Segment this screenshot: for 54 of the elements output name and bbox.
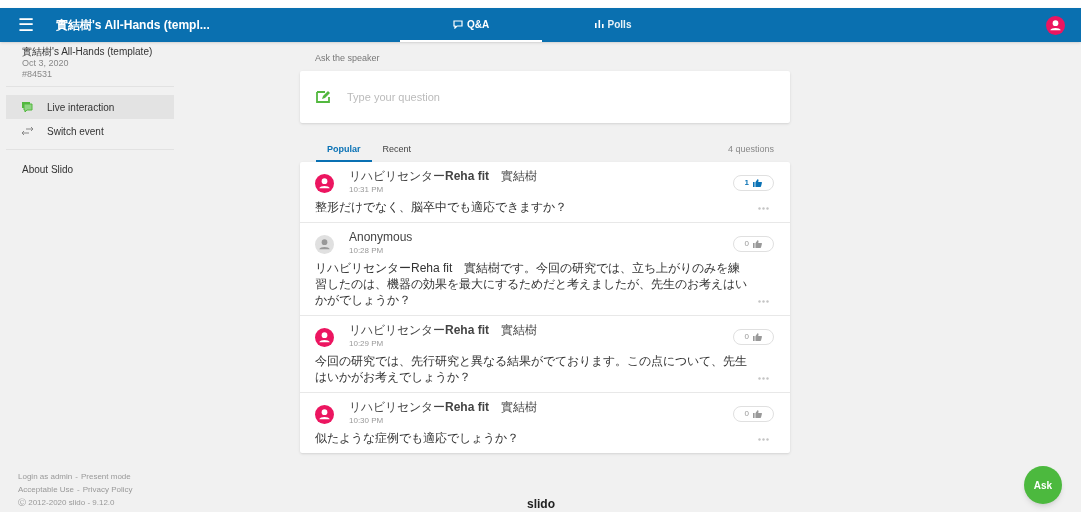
about-link[interactable]: About Slido [6,162,174,177]
avatar-icon [315,235,334,254]
footer-link[interactable]: Privacy Policy [82,485,133,495]
question-time: 10:29 PM [349,338,385,349]
author-name: リハビリセンターReha fit 實結樹 [349,323,537,338]
thumbs-up-icon [753,333,762,341]
chat-icon [452,19,463,29]
avatar-icon [315,405,334,424]
bar-chart-icon [594,20,604,28]
footer-link[interactable]: Acceptable Use [18,485,75,495]
more-options-icon[interactable] [758,207,769,210]
thumbs-up-icon [753,179,762,187]
footer-link[interactable]: Present mode [80,472,131,482]
avatar-icon [315,174,334,193]
event-title: 實結樹's All-Hands (templ... [56,17,210,34]
menu-icon[interactable]: ☰ [18,16,34,34]
compose-icon [316,90,331,104]
event-name: 實結樹's All-Hands (template) [22,46,154,58]
event-date: Oct 3, 2020 [22,58,70,69]
author-name: リハビリセンターReha fit 實結樹 [349,400,537,415]
list-tab[interactable]: Recent [371,139,423,162]
question-time: 10:31 PM [349,184,385,195]
question-field[interactable]: Type your question [300,71,790,123]
section-label: Ask the speaker [315,52,381,64]
brand-name: slido [527,496,555,512]
sidebar-item[interactable]: Live interaction [6,95,174,119]
nav-tab[interactable]: Polls [542,8,684,42]
question-time: 10:28 PM [349,245,385,256]
nav-tab[interactable]: Q&A [400,8,542,42]
copyright-text: Ⓒ 2012-2020 slido - 9.12.0 [18,498,116,508]
chat-icon [22,102,33,112]
ask-button[interactable]: Ask [1024,466,1062,504]
separator-text: - [77,485,80,495]
thumbs-up-icon [753,410,762,418]
question-count: 4 questions [727,142,774,156]
author-name: リハビリセンターReha fit 實結樹 [349,169,537,184]
swap-arrows-icon [22,127,33,135]
author-name: Anonymous [349,230,413,245]
thumbs-up-icon [753,240,762,248]
more-options-icon[interactable] [758,300,769,303]
avatar-icon[interactable] [1046,16,1065,35]
question-text: 似たような症例でも適応でしょうか？ [315,430,520,446]
event-code: #84531 [22,69,54,80]
question-text: 整形だけでなく、脳卒中でも適応できますか？ [315,199,568,215]
footer-link[interactable]: Login as admin [18,472,73,482]
question-time: 10:30 PM [349,415,385,426]
more-options-icon[interactable] [758,377,769,380]
question-text: リハビリセンターReha fit 實結樹です。今回の研究では、立ち上がりのみを練習したのは、機器の効果を最大にするためだと考えましたが、先生のお考えはいかがでしょうか？ [315,260,748,308]
question-input[interactable]: Type your question [347,82,774,112]
more-options-icon[interactable] [758,438,769,441]
sidebar-item[interactable]: Switch event [6,119,174,143]
separator-text: - [75,472,78,482]
question-text: 今回の研究では、先行研究と異なる結果がでております。この点について、先生はいかがお考えでしょうか？ [315,353,748,385]
avatar-icon [315,328,334,347]
